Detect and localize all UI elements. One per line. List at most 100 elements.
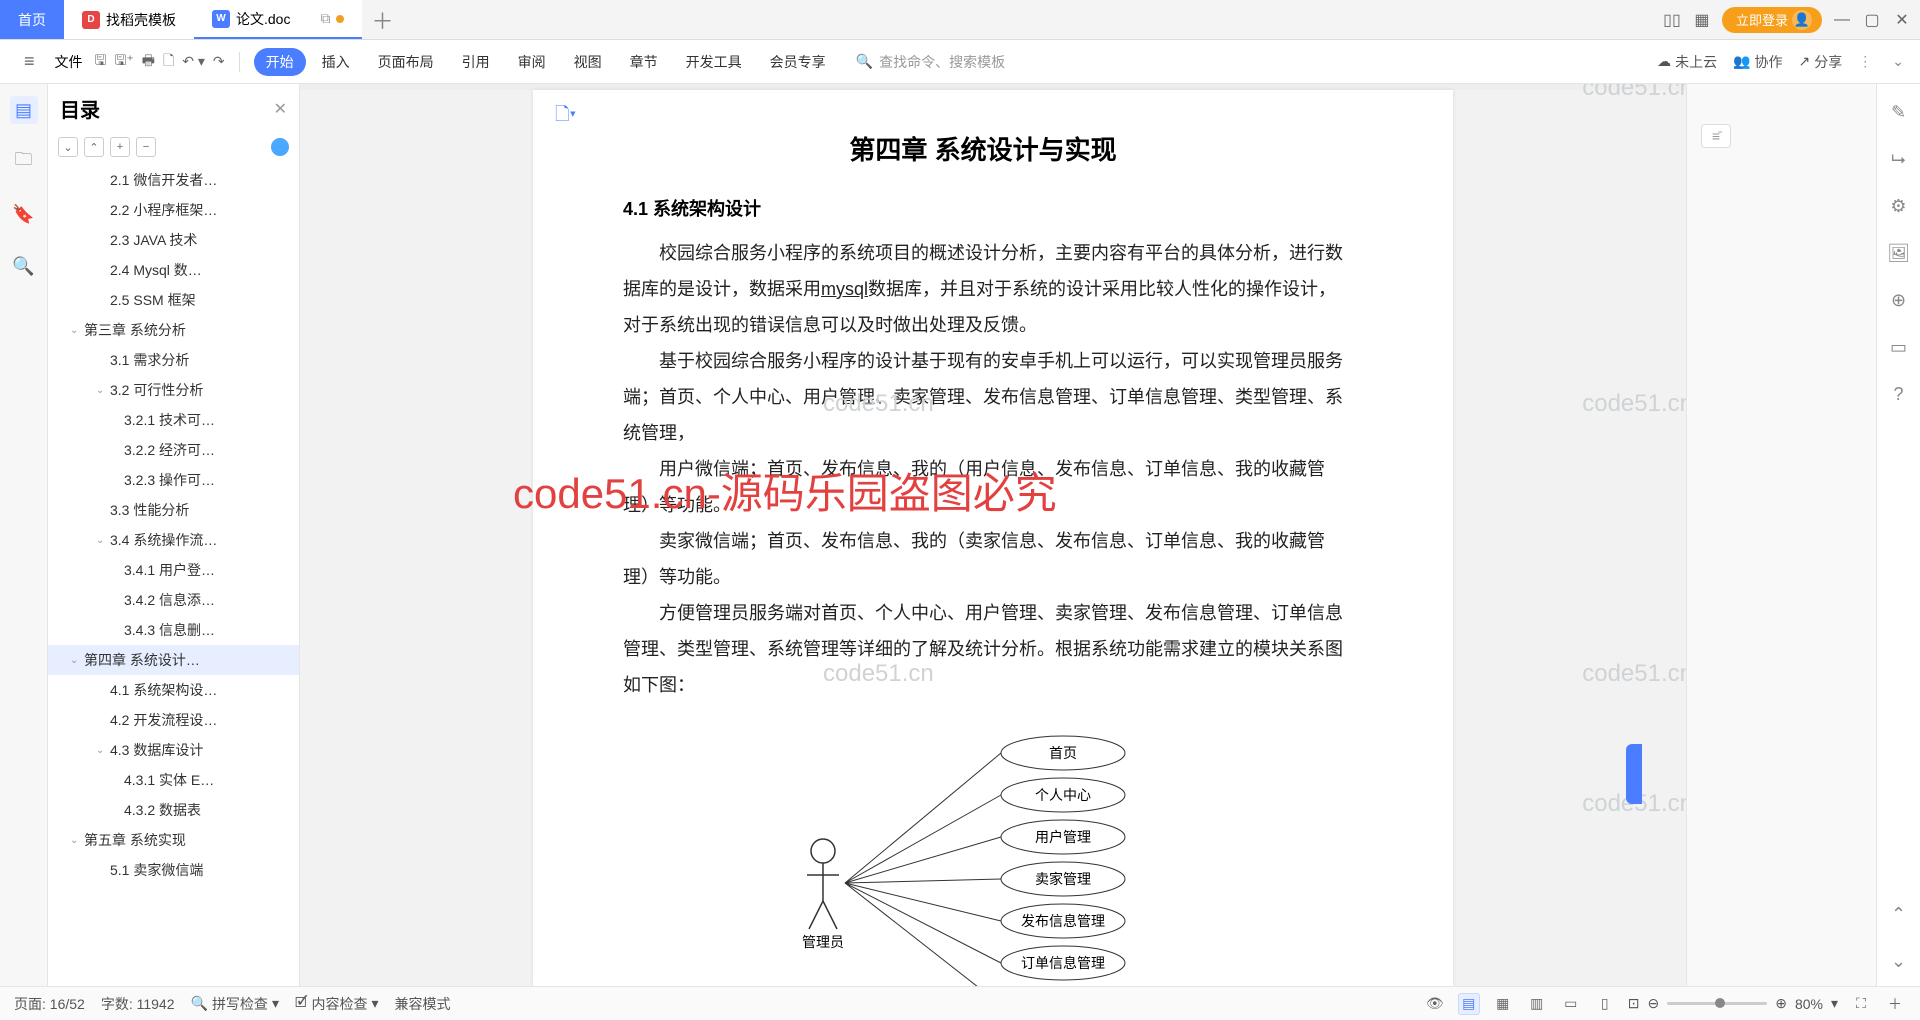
find-icon[interactable]: 🔍 [10, 252, 38, 280]
ribbon-tab-view[interactable]: 视图 [562, 48, 614, 76]
apps-icon[interactable]: ▦ [1692, 10, 1712, 30]
ribbon-tab-section[interactable]: 章节 [618, 48, 670, 76]
outline-item[interactable]: 3.2.2 经济可… [48, 435, 299, 465]
tab-document[interactable]: W 论文.doc ⧉ [194, 0, 362, 39]
ribbon-tab-layout[interactable]: 页面布局 [366, 48, 446, 76]
tab-home[interactable]: 首页 [0, 0, 64, 39]
more-icon[interactable]: ⋮ [1858, 53, 1872, 70]
undo-icon[interactable]: ↶ ▾ [182, 50, 205, 74]
outline-item[interactable]: 5.1 卖家微信端 [48, 855, 299, 885]
outline-view-icon[interactable]: ▦ [1492, 993, 1514, 1015]
outline-tree[interactable]: 2.1 微信开发者…2.2 小程序框架…2.3 JAVA 技术2.4 Mysql… [48, 165, 299, 986]
cloud-status[interactable]: ☁ 未上云 [1657, 52, 1717, 72]
save-as-icon[interactable]: 🖫⁺ [114, 50, 133, 74]
outline-item[interactable]: 3.4.2 信息添… [48, 585, 299, 615]
layout-settings-icon[interactable]: ▯ [1594, 993, 1616, 1015]
collapse-pane-icon[interactable]: ≡̄ [1701, 124, 1731, 148]
word-count[interactable]: 字数: 11942 [101, 994, 175, 1014]
document-canvas[interactable]: code51.cn code51.cn code51.cn code51.cn … [300, 84, 1686, 986]
zoom-fit-icon[interactable]: ⊡ [1628, 995, 1640, 1012]
ribbon-tab-insert[interactable]: 插入 [310, 48, 362, 76]
print-icon[interactable]: 🖶 [142, 50, 155, 74]
outline-item[interactable]: 2.3 JAVA 技术 [48, 225, 299, 255]
fullscreen-icon[interactable]: ⛶ [1850, 993, 1872, 1015]
help-icon[interactable]: ? [1893, 384, 1903, 405]
focus-mode-icon[interactable]: 👁 [1424, 993, 1446, 1015]
outline-item[interactable]: 3.2.1 技术可… [48, 405, 299, 435]
maximize-button[interactable]: ▢ [1862, 10, 1882, 30]
page-options-icon[interactable]: 🗋▾ [555, 102, 576, 132]
scroll-down-icon[interactable]: ⌄ [1891, 951, 1906, 972]
chevron-down-icon[interactable]: ⌄ [70, 835, 84, 846]
ribbon-tab-devtools[interactable]: 开发工具 [674, 48, 754, 76]
outline-item[interactable]: 2.4 Mysql 数… [48, 255, 299, 285]
outline-item[interactable]: ⌄3.2 可行性分析 [48, 375, 299, 405]
print-preview-icon[interactable]: 🗋 [163, 50, 174, 74]
outline-item[interactable]: 3.4.1 用户登… [48, 555, 299, 585]
page-indicator[interactable]: 页面: 16/52 [14, 994, 85, 1014]
outline-item[interactable]: 2.2 小程序框架… [48, 195, 299, 225]
outline-item[interactable]: ⌄3.4 系统操作流… [48, 525, 299, 555]
chevron-down-icon[interactable]: ⌄ [70, 325, 84, 336]
image-tool-icon[interactable]: 🖼 [1887, 243, 1910, 264]
outline-item[interactable]: ⌄第五章 系统实现 [48, 825, 299, 855]
close-button[interactable]: ✕ [1892, 10, 1912, 30]
outline-item[interactable]: 2.5 SSM 框架 [48, 285, 299, 315]
read-view-icon[interactable]: ▭ [1560, 993, 1582, 1015]
collapse-ribbon-icon[interactable]: ⌄ [1892, 53, 1904, 70]
zoom-out-button[interactable]: ⊖ [1647, 995, 1659, 1012]
coop-button[interactable]: 👥 协作 [1733, 52, 1782, 72]
content-check[interactable]: 🗹 内容检查 ▾ [295, 992, 379, 1016]
layout-icon[interactable]: ▯▯ [1662, 10, 1682, 30]
outline-item[interactable]: 4.3.1 实体 E… [48, 765, 299, 795]
ribbon-tab-review[interactable]: 审阅 [506, 48, 558, 76]
outline-item[interactable]: 2.1 微信开发者… [48, 165, 299, 195]
bookmark-icon[interactable]: 🔖 [10, 200, 38, 228]
read-mode-icon[interactable]: ▭ [1890, 337, 1907, 358]
ribbon-tab-vip[interactable]: 会员专享 [758, 48, 838, 76]
select-tool-icon[interactable]: ⮡ [1891, 149, 1905, 170]
add-pane-icon[interactable]: ＋ [1884, 993, 1906, 1015]
new-tab-button[interactable]: ＋ [362, 4, 402, 36]
collapse-all-icon[interactable]: ⌄ [58, 137, 78, 157]
remove-heading-icon[interactable]: − [136, 137, 156, 157]
hamburger-icon[interactable]: ≡ [16, 51, 43, 72]
add-heading-icon[interactable]: + [110, 137, 130, 157]
sync-icon[interactable] [271, 138, 289, 156]
tab-template[interactable]: D 找稻壳模板 [64, 0, 194, 39]
command-search[interactable]: 🔍 查找命令、搜索模板 [856, 52, 1005, 72]
close-outline-icon[interactable]: ✕ [274, 99, 287, 119]
ribbon-tab-reference[interactable]: 引用 [450, 48, 502, 76]
spell-check[interactable]: 🔍 拼写检查 ▾ [191, 994, 279, 1014]
page-view-icon[interactable]: ▤ [1458, 993, 1480, 1015]
zoom-slider[interactable] [1667, 1002, 1767, 1005]
ai-tool-icon[interactable]: ⊕ [1891, 290, 1906, 311]
outline-item[interactable]: 4.2 开发流程设… [48, 705, 299, 735]
share-button[interactable]: ↗ 分享 [1799, 52, 1843, 72]
ribbon-tab-start[interactable]: 开始 [254, 48, 306, 76]
minimize-button[interactable]: — [1832, 10, 1852, 30]
settings-slider-icon[interactable]: ⚙ [1890, 196, 1906, 217]
compat-mode[interactable]: 兼容模式 [395, 994, 451, 1014]
pen-tool-icon[interactable]: ✎ [1891, 102, 1906, 123]
feedback-tab[interactable] [1626, 744, 1642, 804]
save-icon[interactable]: 🖫 [95, 50, 107, 74]
file-menu[interactable]: 文件 [47, 52, 91, 72]
zoom-in-button[interactable]: ⊕ [1775, 995, 1787, 1012]
outline-item[interactable]: 4.1 系统架构设… [48, 675, 299, 705]
outline-item[interactable]: 3.1 需求分析 [48, 345, 299, 375]
outline-item[interactable]: 3.3 性能分析 [48, 495, 299, 525]
outline-item[interactable]: ⌄第三章 系统分析 [48, 315, 299, 345]
outline-item[interactable]: ⌄第四章 系统设计… [48, 645, 299, 675]
outline-item[interactable]: 4.3.2 数据表 [48, 795, 299, 825]
chevron-down-icon[interactable]: ⌄ [70, 655, 84, 666]
outline-item[interactable]: 3.4.3 信息删… [48, 615, 299, 645]
duplicate-tab-icon[interactable]: ⧉ [320, 10, 330, 27]
outline-item[interactable]: ⌄4.3 数据库设计 [48, 735, 299, 765]
web-view-icon[interactable]: ▥ [1526, 993, 1548, 1015]
outline-icon[interactable]: ▤ [10, 96, 38, 124]
chevron-down-icon[interactable]: ⌄ [96, 385, 110, 396]
outline-item[interactable]: 3.2.3 操作可… [48, 465, 299, 495]
chevron-down-icon[interactable]: ⌄ [96, 535, 110, 546]
scroll-up-icon[interactable]: ⌃ [1891, 904, 1906, 925]
